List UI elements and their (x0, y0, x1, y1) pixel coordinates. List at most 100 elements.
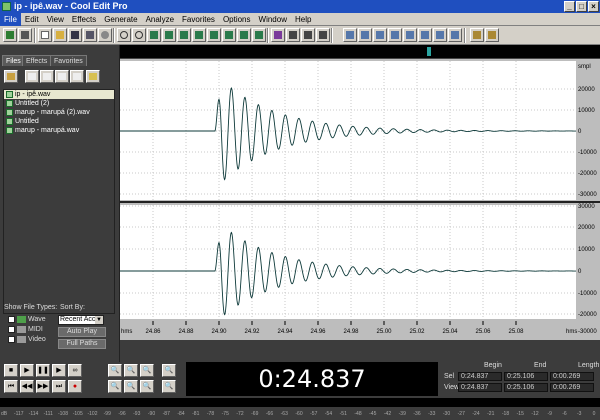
play-to-end-button[interactable]: ▶ (52, 364, 66, 377)
sort-by-select[interactable]: Recent Acc ▼ (58, 315, 104, 325)
menu-view[interactable]: View (43, 13, 68, 26)
normalize-button[interactable] (418, 28, 432, 42)
sel-begin-field[interactable]: 0:24.837 (458, 372, 502, 381)
waveform-view-button[interactable] (3, 28, 17, 42)
envelope-button[interactable] (286, 28, 300, 42)
menu-analyze[interactable]: Analyze (142, 13, 178, 26)
type-midi-row[interactable]: MIDI (8, 325, 43, 334)
fft-button[interactable] (373, 28, 387, 42)
amplitude-tick-label: 10000 (578, 108, 595, 114)
copy-button[interactable] (162, 28, 176, 42)
checkbox[interactable] (8, 315, 15, 323)
trim-button[interactable] (222, 28, 236, 42)
help-button[interactable] (86, 70, 100, 83)
undo-button[interactable] (117, 28, 131, 42)
cd-button[interactable] (98, 28, 112, 42)
delay-button[interactable] (448, 28, 462, 42)
menu-effects[interactable]: Effects (68, 13, 100, 26)
show-cues-button[interactable] (358, 28, 372, 42)
channel-button[interactable] (301, 28, 315, 42)
play-button[interactable]: ▶ (20, 364, 34, 377)
clipboard-button[interactable] (237, 28, 251, 42)
list-item[interactable]: marup - marupá.wav (4, 126, 114, 135)
pause-button[interactable]: ❚❚ (36, 364, 50, 377)
type-video-row[interactable]: Video (8, 335, 46, 344)
toolbar (0, 26, 600, 45)
go-to-end-button[interactable]: ⏭ (52, 380, 66, 393)
crop-button[interactable] (252, 28, 266, 42)
zoom-left-button[interactable]: 🔍 (108, 380, 122, 393)
redo-button[interactable] (132, 28, 146, 42)
list-item[interactable]: Untitled (4, 117, 114, 126)
mix-paste-button[interactable] (207, 28, 221, 42)
play-file-button[interactable] (70, 70, 84, 83)
chevron-down-icon[interactable]: ▼ (95, 316, 103, 324)
minimize-button[interactable]: _ (564, 1, 575, 12)
menu-file[interactable]: File (0, 13, 21, 26)
fast-forward-button[interactable]: ▶▶ (36, 380, 50, 393)
cut-button[interactable] (147, 28, 161, 42)
maximize-button[interactable]: □ (576, 1, 587, 12)
zoom-full-button[interactable]: 🔍 (140, 364, 154, 377)
snap-button[interactable] (316, 28, 330, 42)
save-button[interactable] (68, 28, 82, 42)
amplitude-tick-label: 10000 (578, 247, 595, 253)
type-label: MIDI (28, 326, 43, 333)
menu-help[interactable]: Help (291, 13, 315, 26)
import-button[interactable] (40, 70, 54, 83)
checkbox[interactable] (8, 335, 15, 343)
close-file-button[interactable] (25, 70, 39, 83)
zoom-right-icon: 🔍 (126, 383, 136, 390)
amplitude-icon (406, 31, 414, 39)
type-wave-row[interactable]: Wave (8, 315, 46, 324)
channel-2-area[interactable] (120, 205, 576, 319)
list-item[interactable]: ip - ipê.wav (4, 90, 114, 99)
new-file-button[interactable] (38, 28, 52, 42)
open-file-button[interactable] (4, 70, 18, 83)
title-bar: ip - ipê.wav - Cool Edit Pro _ □ × (0, 0, 600, 13)
close-button[interactable]: × (588, 1, 599, 12)
tab-favorites[interactable]: Favorites (50, 55, 87, 66)
auto-play-button[interactable]: Auto Play (58, 327, 106, 337)
zoom-out-button[interactable]: 🔍 (124, 364, 138, 377)
record-button[interactable]: ● (68, 380, 82, 393)
help-button[interactable] (485, 28, 499, 42)
menu-favorites[interactable]: Favorites (178, 13, 219, 26)
multitrack-view-button[interactable] (18, 28, 32, 42)
waveform-display[interactable]: smpl20000100000-10000-20000-300003000020… (120, 59, 600, 340)
zoom-vertical-out-button[interactable]: 🔍 (162, 380, 176, 393)
settings-button[interactable] (470, 28, 484, 42)
menu-window[interactable]: Window (255, 13, 291, 26)
zoom-vertical-in-button[interactable]: 🔍 (162, 364, 176, 377)
sel-length-field[interactable]: 0:00.269 (550, 372, 594, 381)
spectral-view-button[interactable] (271, 28, 285, 42)
list-item[interactable]: marup - marupá (2).wav (4, 108, 114, 117)
stop-button[interactable]: ■ (4, 364, 18, 377)
open-file-button[interactable] (53, 28, 67, 42)
paste-button[interactable] (177, 28, 191, 42)
menu-edit[interactable]: Edit (21, 13, 43, 26)
zoom-selection-button[interactable]: 🔍 (140, 380, 154, 393)
midi-type-icon (17, 325, 26, 333)
overview-bar[interactable] (120, 45, 600, 59)
loop-button[interactable]: ∞ (68, 364, 82, 377)
menu-generate[interactable]: Generate (100, 13, 141, 26)
zoom-in-button[interactable]: 🔍 (108, 364, 122, 377)
full-paths-button[interactable]: Full Paths (58, 339, 106, 349)
view-range-marker[interactable] (427, 47, 431, 56)
paste-new-button[interactable] (192, 28, 206, 42)
frequency-analysis-button[interactable] (388, 28, 402, 42)
zoom-right-button[interactable]: 🔍 (124, 380, 138, 393)
time-format-button[interactable] (343, 28, 357, 42)
go-to-start-button[interactable]: ⏮ (4, 380, 18, 393)
sel-end-field[interactable]: 0:25.106 (504, 372, 548, 381)
rewind-button[interactable]: ◀◀ (20, 380, 34, 393)
list-item[interactable]: Untitled (2) (4, 99, 114, 108)
amplitude-button[interactable] (403, 28, 417, 42)
save-as-button[interactable] (83, 28, 97, 42)
checkbox[interactable] (8, 325, 15, 333)
tab-effects[interactable]: Effects (22, 55, 52, 66)
noise-reduction-button[interactable] (433, 28, 447, 42)
menu-options[interactable]: Options (219, 13, 255, 26)
edit-file-button[interactable] (55, 70, 69, 83)
